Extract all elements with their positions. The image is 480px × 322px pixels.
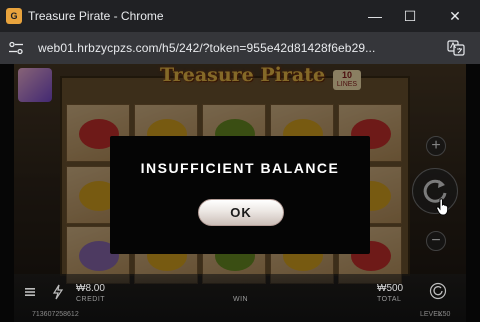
round-id: 713607258612 [32, 311, 79, 318]
close-button[interactable]: ✕ [442, 4, 468, 28]
hand-cursor-icon [436, 198, 449, 216]
bottom-status-bar: ₩8.00 CREDIT WIN ₩500 TOTAL 713607258612… [14, 274, 466, 322]
browser-viewport: Treasure Pirate 10 LINES + − INSUFFICIEN… [0, 64, 480, 322]
autoplay-icon[interactable] [429, 282, 447, 300]
turbo-icon[interactable] [52, 284, 64, 300]
total-label: TOTAL [377, 296, 402, 303]
menu-icon[interactable] [24, 286, 36, 298]
address-bar: web01.hrbzycpzs.com/h5/242/?token=955e42… [0, 32, 480, 64]
insufficient-balance-dialog: INSUFFICIENT BALANCE OK [110, 136, 370, 254]
minimize-button[interactable]: — [362, 4, 388, 28]
maximize-button[interactable]: ☐ [397, 4, 423, 28]
credit-value: ₩8.00 [76, 283, 105, 294]
window-title: Treasure Pirate - Chrome [28, 9, 164, 23]
total-value: ₩500 [377, 283, 404, 294]
dialog-title: INSUFFICIENT BALANCE [140, 160, 340, 176]
window-title-bar: G Treasure Pirate - Chrome — ☐ ✕ [0, 0, 480, 32]
win-label: WIN [233, 296, 249, 303]
credit-label: CREDIT [76, 296, 106, 303]
level-value: X50 [438, 311, 451, 318]
site-settings-icon[interactable] [8, 41, 24, 55]
translate-icon[interactable] [447, 40, 465, 56]
chrome-app-icon: G [6, 8, 22, 24]
ok-button[interactable]: OK [198, 199, 284, 226]
url-text[interactable]: web01.hrbzycpzs.com/h5/242/?token=955e42… [38, 41, 375, 55]
